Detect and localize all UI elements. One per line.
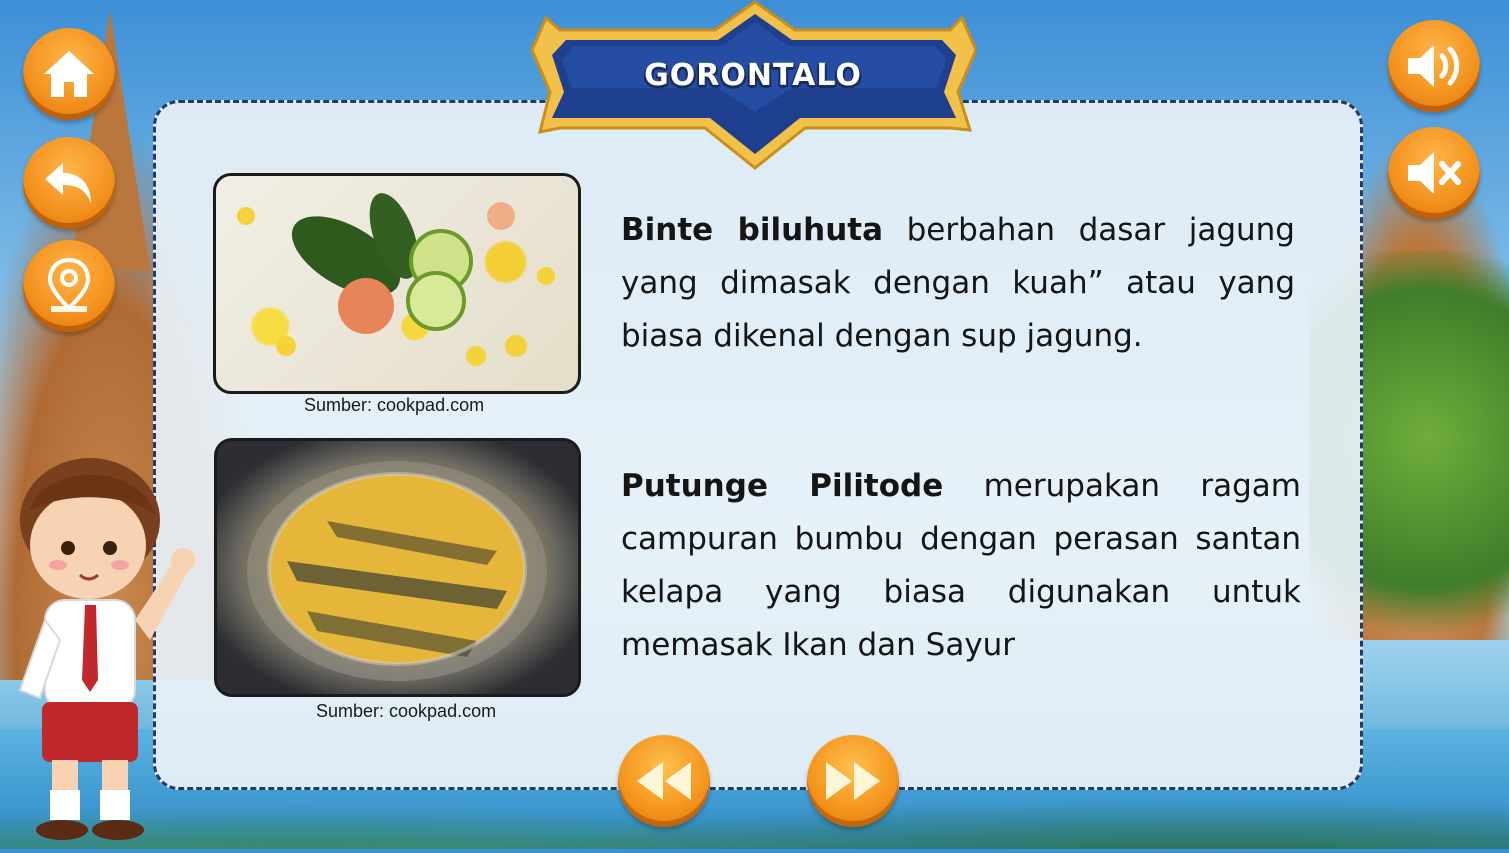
fast-forward-icon (826, 762, 880, 800)
back-button[interactable] (23, 137, 115, 229)
map-pin-icon (47, 257, 91, 312)
photo-caption-2: Sumber: cookpad.com (316, 701, 497, 721)
title-banner: GORONTALO (530, 0, 976, 172)
food-description-2: Putunge Pilitode merupakan ragam campura… (621, 460, 1301, 672)
page-title: GORONTALO (644, 58, 862, 93)
sound-off-button[interactable] (1388, 127, 1480, 219)
food-name-2: Putunge Pilitode (621, 468, 944, 504)
previous-button[interactable] (618, 735, 710, 827)
home-icon (44, 51, 94, 97)
next-button[interactable] (807, 735, 899, 827)
photo-caption-1: Sumber: cookpad.com (304, 395, 485, 415)
food-description-1: Binte biluhuta berbahan dasar jagung yan… (621, 204, 1295, 363)
sound-on-button[interactable] (1388, 20, 1480, 112)
food-name-1: Binte biluhuta (621, 212, 884, 248)
speaker-mute-icon (1408, 152, 1461, 194)
speaker-on-icon (1408, 45, 1460, 87)
rewind-icon (637, 762, 691, 800)
home-button[interactable] (23, 28, 115, 120)
back-arrow-icon (45, 163, 91, 203)
map-button[interactable] (23, 240, 115, 332)
food-photo-binte-biluhuta (213, 173, 581, 394)
student-character (0, 440, 210, 849)
food-photo-putunge-pilitode (214, 438, 581, 697)
